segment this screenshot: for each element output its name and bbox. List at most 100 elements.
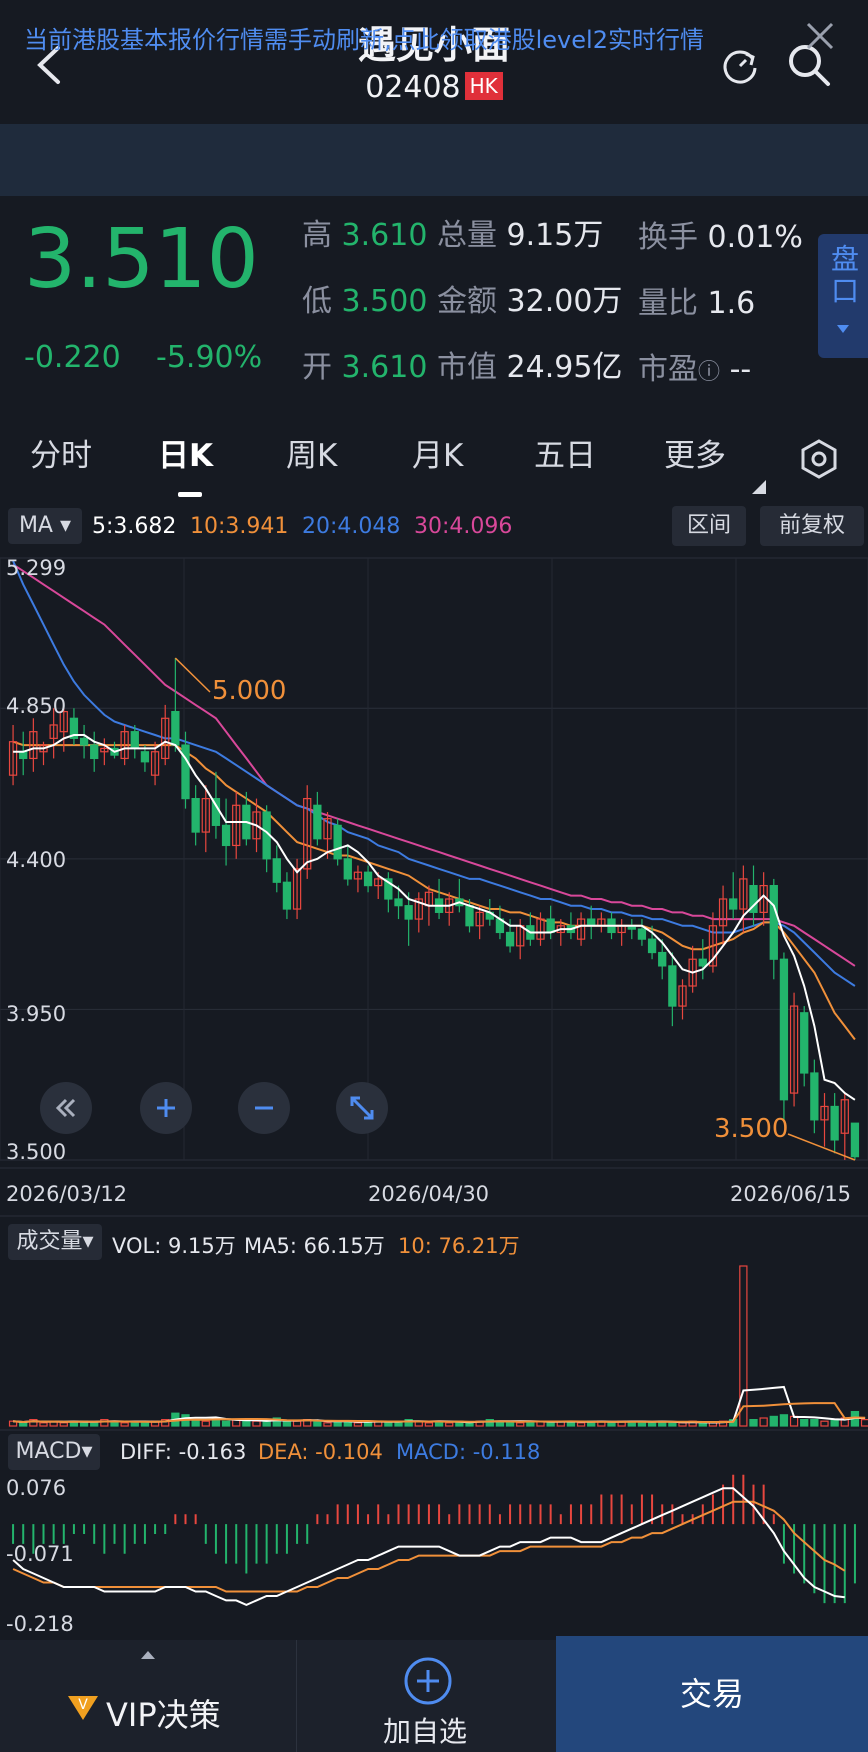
ma30-value: 30:4.096 (414, 514, 513, 539)
volume-bar (313, 1420, 322, 1427)
last-price: 3.510 (24, 212, 259, 307)
candle-body (282, 881, 292, 910)
range-button[interactable]: 区间 (672, 506, 746, 546)
candle-body (779, 958, 789, 1101)
candle-body (191, 797, 200, 833)
refresh-button[interactable] (718, 44, 762, 88)
candle-body (343, 858, 352, 880)
turnover-label: 金额 (436, 284, 497, 319)
candle-body (140, 751, 150, 763)
kline-chart[interactable] (0, 550, 868, 1640)
volume-bar (140, 1422, 150, 1427)
double-chevron-left-icon (55, 1098, 76, 1118)
volume-ma5-value: MA5: 66.15万 (244, 1234, 385, 1258)
tab-weekly-k[interactable]: 周K (286, 430, 337, 475)
open-value: 3.610 (341, 350, 428, 385)
chart-settings-button[interactable] (798, 438, 840, 480)
candle-body (272, 858, 281, 883)
macd-indicator-toggle[interactable]: MACD▾ (8, 1434, 100, 1470)
volume-ma10-value: 10: 76.21万 (398, 1234, 520, 1258)
scroll-left-button[interactable] (40, 1082, 92, 1134)
macd-toggle-label: MACD (15, 1439, 82, 1464)
candle-body (181, 744, 190, 800)
volume-indicator-toggle[interactable]: 成交量▾ (8, 1224, 102, 1260)
volume-bar (282, 1420, 292, 1427)
pe-label: 市盈 (638, 352, 698, 387)
candle-body (668, 965, 677, 1007)
candle-body (587, 918, 596, 927)
candle-body (404, 905, 413, 920)
volume-bar (749, 1418, 758, 1427)
level2-notice-banner[interactable] (0, 124, 868, 196)
volume-bar (647, 1422, 657, 1427)
volume-bar (860, 1418, 868, 1427)
low-label: 低 (302, 284, 332, 319)
volume-label: 总量 (436, 218, 497, 253)
volume-bar (698, 1422, 707, 1427)
ma-indicator-toggle[interactable]: MA ▾ (8, 508, 82, 544)
tab-more[interactable]: 更多 (664, 430, 726, 475)
high-annotation: 5.000 (212, 676, 287, 706)
candle-body (130, 731, 139, 750)
date-tick-label: 2026/03/12 (6, 1182, 128, 1206)
candle-body (647, 938, 657, 954)
settings-hexagon-icon (801, 439, 837, 479)
candle-body (637, 928, 647, 940)
info-icon[interactable]: ⓘ (698, 360, 720, 385)
vol-ratio-label: 量比 (638, 286, 698, 321)
minus-icon (255, 1106, 273, 1110)
level2-notice-text[interactable]: 当前港股基本报价行情需手动刷新,点此领取港股level2实时行情 (24, 20, 704, 55)
volume-bar (830, 1418, 839, 1427)
tab-intraday[interactable]: 分时 (30, 430, 92, 475)
date-tick-label: 2026/06/15 (730, 1182, 852, 1206)
turnover-rate: 换手 0.01% (638, 212, 803, 256)
price-tick-label: 5.299 (6, 556, 67, 580)
candle-body (698, 958, 707, 967)
volume-series (8, 1265, 868, 1427)
candle-body (465, 905, 474, 927)
macd-dea-value: DEA: -0.104 (258, 1440, 383, 1464)
candle-body (810, 1072, 819, 1121)
tab-monthly-k[interactable]: 月K (412, 430, 463, 475)
price-tick-label: 4.400 (6, 848, 67, 872)
mktcap-value: 24.95亿 (506, 350, 623, 385)
add-watchlist-label: 加自选 (383, 1715, 468, 1748)
add-circle-icon (404, 1657, 452, 1705)
volume-bar (739, 1265, 748, 1427)
candlestick-series (8, 658, 860, 1160)
notice-close-button[interactable] (798, 14, 842, 58)
high-annotation-pointer (174, 657, 211, 693)
ma5-line (13, 734, 856, 1101)
svg-text:V: V (78, 1697, 88, 1713)
open-label: 开 (302, 350, 332, 385)
order-book-label: 盘口 (827, 244, 860, 308)
volume-bar (779, 1414, 789, 1427)
volume-bar (384, 1422, 393, 1427)
expand-icon (350, 1096, 374, 1120)
add-watchlist-button[interactable]: 加自选 (296, 1640, 557, 1752)
pe-ratio: 市盈ⓘ -- (638, 344, 751, 388)
order-book-button[interactable]: 盘口 (818, 234, 868, 358)
tab-five-day[interactable]: 五日 (534, 430, 596, 475)
market-badge: HK (464, 72, 503, 100)
vip-decision-button[interactable]: V VIP决策 (0, 1640, 296, 1752)
tab-daily-k[interactable]: 日K (158, 430, 213, 475)
candle-body (850, 1122, 860, 1158)
close-icon (806, 22, 834, 50)
candle-body (546, 918, 555, 934)
price-adjust-button[interactable]: 前复权 (760, 506, 864, 546)
active-tab-indicator (178, 492, 202, 497)
turnover-rate-value: 0.01% (707, 220, 803, 255)
candle-body (658, 951, 667, 967)
volume-bar (668, 1422, 677, 1427)
chart-grid (0, 557, 868, 1431)
zoom-in-button[interactable] (140, 1082, 192, 1134)
volume-bar (445, 1422, 454, 1427)
fullscreen-button[interactable] (336, 1082, 388, 1134)
stat-row-3: 开 3.610 市值 24.95亿 (302, 342, 622, 386)
candle-body (800, 1012, 809, 1074)
zoom-out-button[interactable] (238, 1082, 290, 1134)
vol-ratio-value: 1.6 (707, 286, 756, 321)
trade-button[interactable]: 交易 (556, 1636, 868, 1752)
price-tick-label: 4.850 (6, 694, 67, 718)
